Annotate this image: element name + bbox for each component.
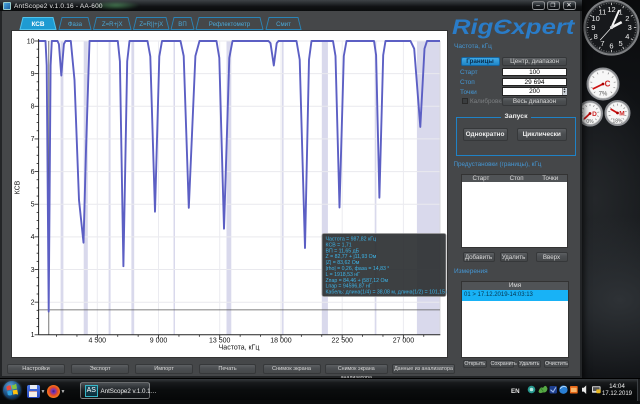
svg-text:4: 4	[31, 234, 35, 241]
svg-text:7: 7	[600, 39, 604, 48]
svg-text:0%: 0%	[586, 119, 594, 125]
svg-text:5: 5	[31, 202, 35, 209]
svg-text:6: 6	[31, 169, 35, 176]
svg-text:1: 1	[31, 332, 35, 339]
svg-text:Z=R+jX: Z=R+jX	[102, 21, 123, 28]
svg-text:3: 3	[31, 267, 35, 274]
svg-text:3: 3	[628, 23, 632, 32]
svg-text:27 000: 27 000	[393, 338, 415, 345]
svg-text:11: 11	[599, 7, 607, 16]
svg-text:4: 4	[625, 32, 629, 41]
svg-text:2: 2	[31, 300, 35, 307]
svg-text:9: 9	[31, 71, 35, 78]
svg-text:КСВ: КСВ	[15, 180, 22, 194]
svg-text:КСВ: КСВ	[31, 21, 44, 28]
svg-text:13 500: 13 500	[209, 338, 231, 345]
svg-text:Кабель: длина(1/4) = 38,08 м,: Кабель: длина(1/4) = 38,08 м, длина(1/2)…	[326, 290, 448, 296]
svg-text:Z=R||+jX: Z=R||+jX	[139, 21, 163, 28]
svg-text:ВП: ВП	[178, 21, 186, 28]
svg-text:Частота, кГц: Частота, кГц	[219, 345, 260, 352]
svg-text:D: D	[592, 111, 597, 118]
svg-text:8: 8	[594, 32, 598, 41]
svg-text:22 500: 22 500	[331, 338, 353, 345]
svg-text:5: 5	[619, 39, 623, 48]
svg-text:C: C	[605, 80, 611, 89]
svg-text:10: 10	[27, 38, 35, 45]
svg-text:Рефлектометр: Рефлектометр	[209, 21, 251, 28]
svg-text:9 000: 9 000	[150, 338, 168, 345]
svg-text:M: M	[619, 111, 624, 118]
svg-text:Смит: Смит	[276, 21, 291, 28]
svg-text:2: 2	[625, 14, 629, 23]
svg-text:7: 7	[31, 136, 35, 143]
svg-text:12: 12	[607, 5, 615, 14]
svg-text:Фаза: Фаза	[68, 21, 83, 28]
svg-text:7%: 7%	[599, 92, 608, 98]
svg-text:6: 6	[609, 41, 613, 50]
svg-text:18%: 18%	[612, 118, 623, 124]
svg-text:8: 8	[31, 104, 35, 111]
svg-text:4 500: 4 500	[89, 338, 107, 345]
svg-text:18 000: 18 000	[270, 338, 292, 345]
svg-text:9: 9	[591, 23, 595, 32]
